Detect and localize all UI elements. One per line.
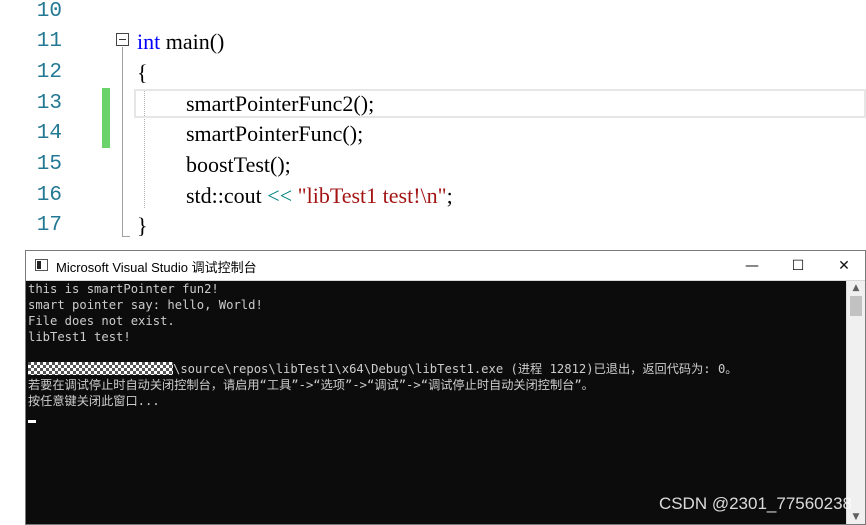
console-line: libTest1 test! (28, 330, 131, 344)
console-app-icon (35, 259, 48, 271)
fold-guide (122, 47, 123, 237)
line-number: 16 (36, 184, 62, 207)
code-line-11: int main() (137, 26, 224, 57)
console-line: this is smartPointer fun2! (28, 282, 219, 296)
exit-message: \source\repos\libTest1\x64\Debug\libTest… (173, 362, 738, 376)
line-number: 12 (36, 61, 62, 84)
operator-token: << (267, 183, 293, 208)
scroll-up-arrow-icon[interactable]: ▲ (847, 283, 865, 293)
console-line: File does not exist. (28, 314, 175, 328)
console-titlebar[interactable]: Microsoft Visual Studio 调试控制台 — ☐ ✕ (26, 251, 865, 281)
console-output[interactable]: this is smartPointer fun2! smart pointer… (26, 281, 848, 524)
code-line-16: std::cout << "libTest1 test!\n"; (186, 180, 453, 211)
code-token: std::cout (186, 183, 268, 208)
code-editor[interactable]: 10 11 12 13 14 15 16 17 int main() { sma… (0, 0, 866, 260)
code-line-12: { (137, 60, 148, 85)
code-line-14: smartPointerFunc(); (186, 121, 364, 146)
code-line-15: boostTest(); (186, 152, 291, 177)
line-number: 13 (36, 92, 62, 115)
fold-guide-end (122, 236, 130, 237)
console-press-key-line: 按任意键关闭此窗口... (28, 394, 160, 408)
redacted-path-mask (28, 362, 173, 375)
maximize-button[interactable]: ☐ (775, 251, 821, 280)
console-scrollbar[interactable]: ▲ ▼ (846, 281, 865, 524)
csdn-watermark: CSDN @2301_77560238 (658, 494, 852, 513)
string-literal: "libTest1 test!\n" (297, 183, 447, 208)
console-line: smart pointer say: hello, World! (28, 298, 263, 312)
code-line-17: } (137, 213, 148, 238)
code-line-13: smartPointerFunc2(); (186, 91, 375, 116)
collapse-toggle-icon[interactable] (116, 33, 129, 46)
line-number: 15 (36, 153, 62, 176)
change-marker (102, 88, 110, 148)
line-number: 17 (36, 214, 62, 237)
line-number: 11 (36, 30, 62, 53)
console-hint-line: 若要在调试停止时自动关闭控制台，请启用“工具”->“选项”->“调试”->“调试… (28, 378, 594, 392)
function-signature: main() (160, 29, 225, 54)
close-button[interactable]: ✕ (821, 251, 866, 280)
code-token: ; (446, 183, 453, 208)
line-number: 14 (36, 122, 62, 145)
console-cursor (28, 420, 36, 423)
console-title: Microsoft Visual Studio 调试控制台 (56, 260, 257, 275)
console-exit-line: \source\repos\libTest1\x64\Debug\libTest… (28, 361, 848, 377)
debug-console-window[interactable]: Microsoft Visual Studio 调试控制台 — ☐ ✕ this… (25, 250, 866, 525)
minimize-button[interactable]: — (729, 251, 775, 280)
scrollbar-thumb[interactable] (850, 296, 862, 316)
keyword-int: int (137, 29, 161, 54)
line-number: 10 (36, 0, 62, 23)
